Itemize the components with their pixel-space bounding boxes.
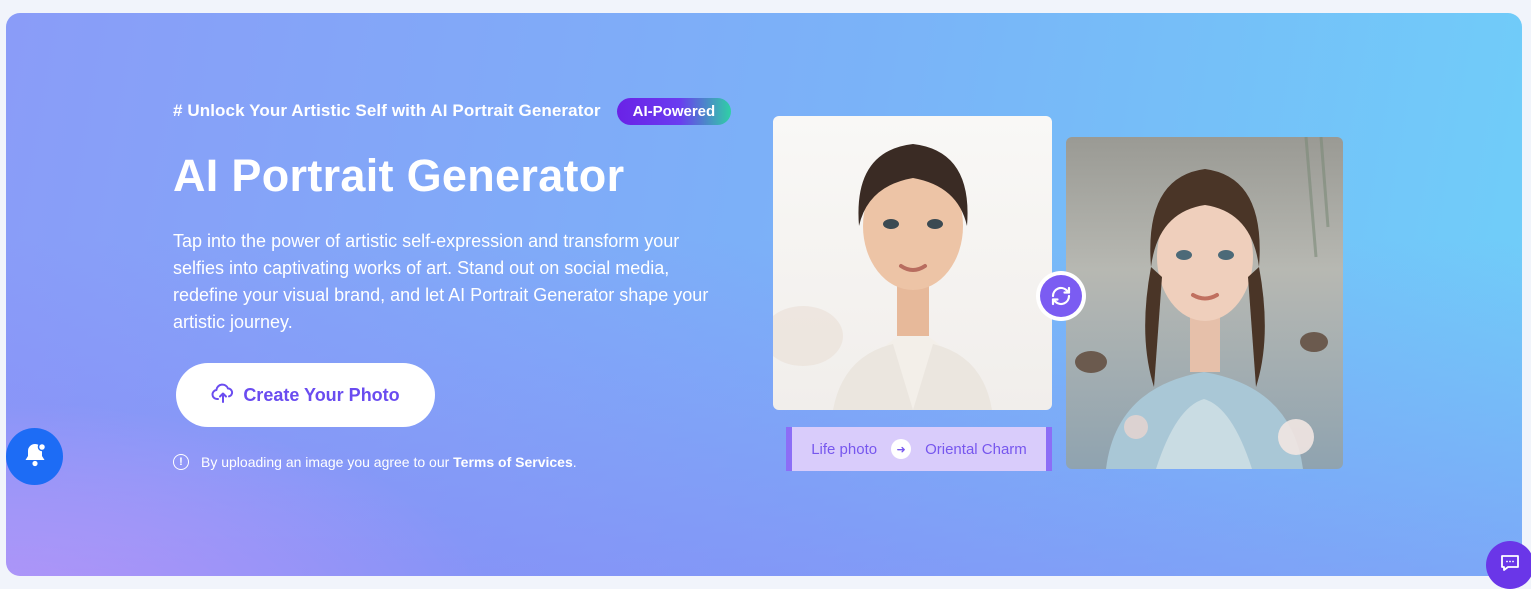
ai-powered-badge: AI-Powered bbox=[616, 97, 732, 125]
style-transform-bar: Life photo ➜ Oriental Charm bbox=[786, 427, 1052, 471]
terms-note-text: By uploading an image you agree to our T… bbox=[201, 454, 577, 470]
life-photo-image bbox=[773, 116, 1052, 410]
create-photo-label: Create Your Photo bbox=[243, 384, 400, 405]
chat-icon bbox=[1499, 552, 1521, 579]
swap-refresh-button[interactable] bbox=[1036, 271, 1086, 321]
life-photo-label: Life photo bbox=[811, 440, 878, 458]
info-circle-icon: ! bbox=[173, 454, 189, 470]
terms-note: ! By uploading an image you agree to our… bbox=[173, 454, 577, 470]
chat-support-button[interactable] bbox=[1486, 541, 1531, 589]
oriental-charm-image bbox=[1066, 137, 1343, 469]
tagline: # Unlock Your Artistic Self with AI Port… bbox=[173, 101, 601, 120]
notification-bell-button[interactable] bbox=[6, 428, 63, 485]
oriental-charm-label: Oriental Charm bbox=[925, 440, 1027, 458]
page-title: AI Portrait Generator bbox=[173, 150, 625, 201]
terms-link[interactable]: Terms of Services bbox=[453, 454, 573, 470]
swap-refresh-icon bbox=[1040, 275, 1082, 317]
create-photo-button[interactable]: Create Your Photo bbox=[176, 363, 435, 427]
arrow-right-icon: ➜ bbox=[891, 439, 912, 459]
bell-icon bbox=[20, 439, 50, 474]
hero-description: Tap into the power of artistic self-expr… bbox=[173, 231, 709, 332]
tagline-row: # Unlock Your Artistic Self with AI Port… bbox=[173, 97, 732, 125]
cloud-upload-icon bbox=[211, 382, 235, 409]
